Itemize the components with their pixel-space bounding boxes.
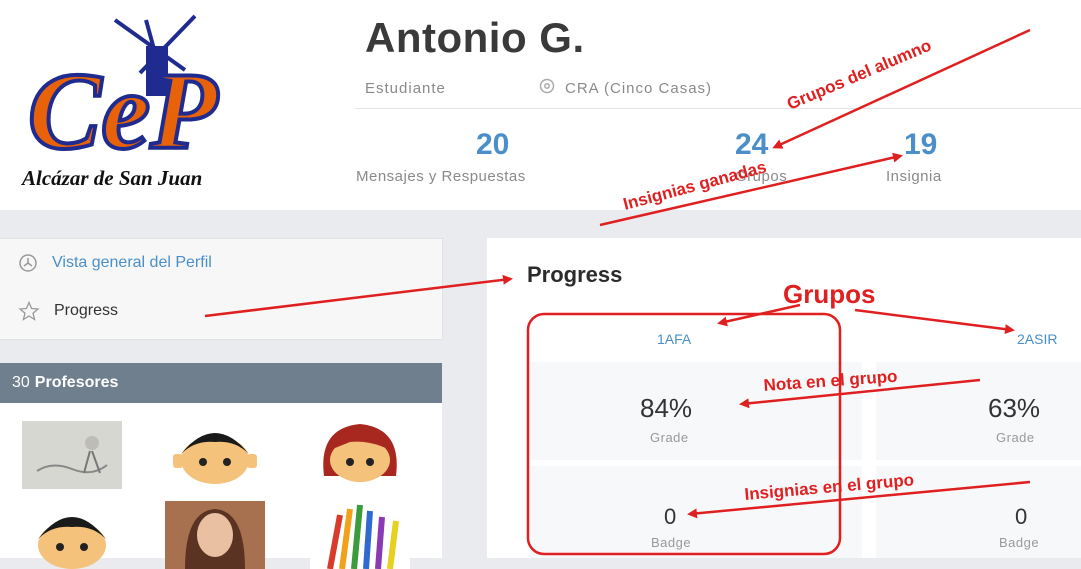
- logo-subtitle: Alcázar de San Juan: [20, 166, 202, 190]
- stat-badges-value[interactable]: 19: [904, 128, 937, 162]
- badge-label-2asir: Badge: [999, 535, 1040, 550]
- grade-cell-1afa: [530, 362, 862, 460]
- grade-cell-2asir: [876, 362, 1081, 460]
- teacher-avatar[interactable]: [310, 501, 410, 569]
- school-logo: CeP Alcázar de San Juan: [20, 14, 220, 190]
- profile-header: CeP Alcázar de San Juan Antonio G. Estud…: [0, 0, 1081, 210]
- teacher-avatar[interactable]: [22, 501, 122, 569]
- group-link-2asir[interactable]: 2ASIR: [1017, 331, 1057, 347]
- clock-icon: [19, 254, 37, 272]
- group-link-1afa[interactable]: 1AFA: [657, 331, 691, 347]
- teacher-avatar[interactable]: [165, 501, 265, 569]
- student-role: Estudiante: [365, 80, 446, 97]
- badge-value-2asir: 0: [1015, 504, 1028, 529]
- stats-divider: [355, 108, 1081, 109]
- star-icon: [18, 301, 40, 321]
- badge-label-1afa: Badge: [651, 535, 692, 550]
- student-name: Antonio G.: [365, 14, 585, 61]
- teacher-avatar[interactable]: [165, 418, 265, 486]
- grade-label-1afa: Grade: [650, 430, 689, 445]
- sidebar-item-progress[interactable]: Progress: [18, 296, 118, 326]
- teachers-title: Profesores: [34, 374, 119, 391]
- teachers-header: 30 Profesores: [0, 363, 442, 403]
- logo-text: CeP: [28, 50, 218, 172]
- badge-cell-1afa: [530, 466, 862, 558]
- sidebar-item-label: Progress: [54, 302, 119, 319]
- stat-groups-label: Grupos: [735, 168, 788, 185]
- stat-badges-label: Insignia: [886, 168, 942, 185]
- grade-label-2asir: Grade: [996, 430, 1035, 445]
- student-location: CRA (Cinco Casas): [565, 80, 713, 97]
- stat-messages-value[interactable]: 20: [476, 128, 509, 162]
- location-pin-icon: [539, 78, 555, 94]
- stat-messages-label: Mensajes y Respuestas: [356, 168, 526, 185]
- badge-value-1afa: 0: [664, 504, 677, 529]
- teachers-count: 30: [12, 374, 30, 391]
- sidebar-item-label: Vista general del Perfil: [52, 254, 212, 271]
- sidebar-item-overview[interactable]: Vista general del Perfil: [18, 248, 212, 278]
- stat-groups-value[interactable]: 24: [735, 128, 768, 162]
- grade-value-1afa: 84%: [640, 393, 693, 423]
- grade-value-2asir: 63%: [988, 393, 1041, 423]
- teacher-avatar[interactable]: [310, 418, 410, 486]
- progress-title: Progress: [527, 262, 623, 287]
- teachers-grid: [0, 403, 442, 569]
- badge-cell-2asir: [876, 466, 1081, 558]
- teacher-avatar[interactable]: [22, 421, 122, 489]
